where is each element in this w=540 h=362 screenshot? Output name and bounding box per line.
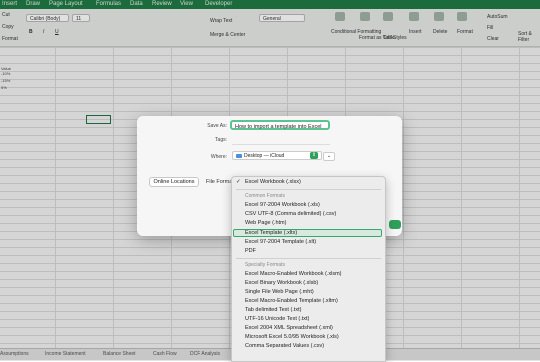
where-label: Where: [210,154,227,160]
menu-item-xls[interactable]: Excel 97-2004 Workbook (.xls) [245,202,320,208]
location-stepper-icon[interactable]: ⇕ [310,152,318,159]
where-select[interactable]: Desktop — iCloud [232,151,322,160]
menu-item-utf16-txt[interactable]: UTF-16 Unicode Text (.txt) [245,316,309,322]
file-format-menu: ✓ Excel Workbook (.xlsx) Common Formats … [231,176,386,362]
menu-separator [236,258,381,259]
online-locations-button[interactable]: Online Locations [149,177,199,187]
menu-item-xlsm[interactable]: Excel Macro-Enabled Workbook (.xlsm) [245,271,341,277]
menu-item-xlsx[interactable]: Excel Workbook (.xlsx) [245,179,301,185]
common-formats-header: Common Formats [245,193,286,199]
menu-item-xltx[interactable]: Excel Template (.xltx) [245,230,297,236]
specialty-formats-header: Specialty Formats [245,262,286,268]
save-as-label: Save As: [207,123,227,129]
checkmark-icon: ✓ [236,179,241,185]
save-as-input[interactable]: How to import a template into Excel [230,120,330,130]
save-button[interactable] [389,220,401,229]
menu-item-xml[interactable]: Excel 2004 XML Spreadsheet (.xml) [245,325,333,331]
menu-item-xltm[interactable]: Excel Macro-Enabled Template (.xltm) [245,298,338,304]
menu-item-xls-95[interactable]: Microsoft Excel 5.0/95 Workbook (.xls) [245,334,339,340]
menu-item-csv[interactable]: Comma Separated Values (.csv) [245,343,324,349]
menu-item-tab-txt[interactable]: Tab delimited Text (.txt) [245,307,301,313]
menu-item-xlt[interactable]: Excel 97-2004 Template (.xlt) [245,239,316,245]
menu-item-pdf[interactable]: PDF [245,248,256,254]
menu-item-htm[interactable]: Web Page (.htm) [245,220,286,226]
file-format-label: File Format [206,179,234,185]
menu-item-mht[interactable]: Single File Web Page (.mht) [245,289,314,295]
menu-item-xlsb[interactable]: Excel Binary Workbook (.xlsb) [245,280,318,286]
where-value: Desktop — iCloud [244,153,285,159]
menu-separator [236,189,381,190]
expand-chevron-icon[interactable]: ⌄ [323,152,335,161]
folder-icon [236,153,242,158]
tags-label: Tags: [215,137,227,143]
tags-input[interactable] [232,138,330,145]
menu-item-csv-utf8[interactable]: CSV UTF-8 (Comma delimited) (.csv) [245,211,336,217]
